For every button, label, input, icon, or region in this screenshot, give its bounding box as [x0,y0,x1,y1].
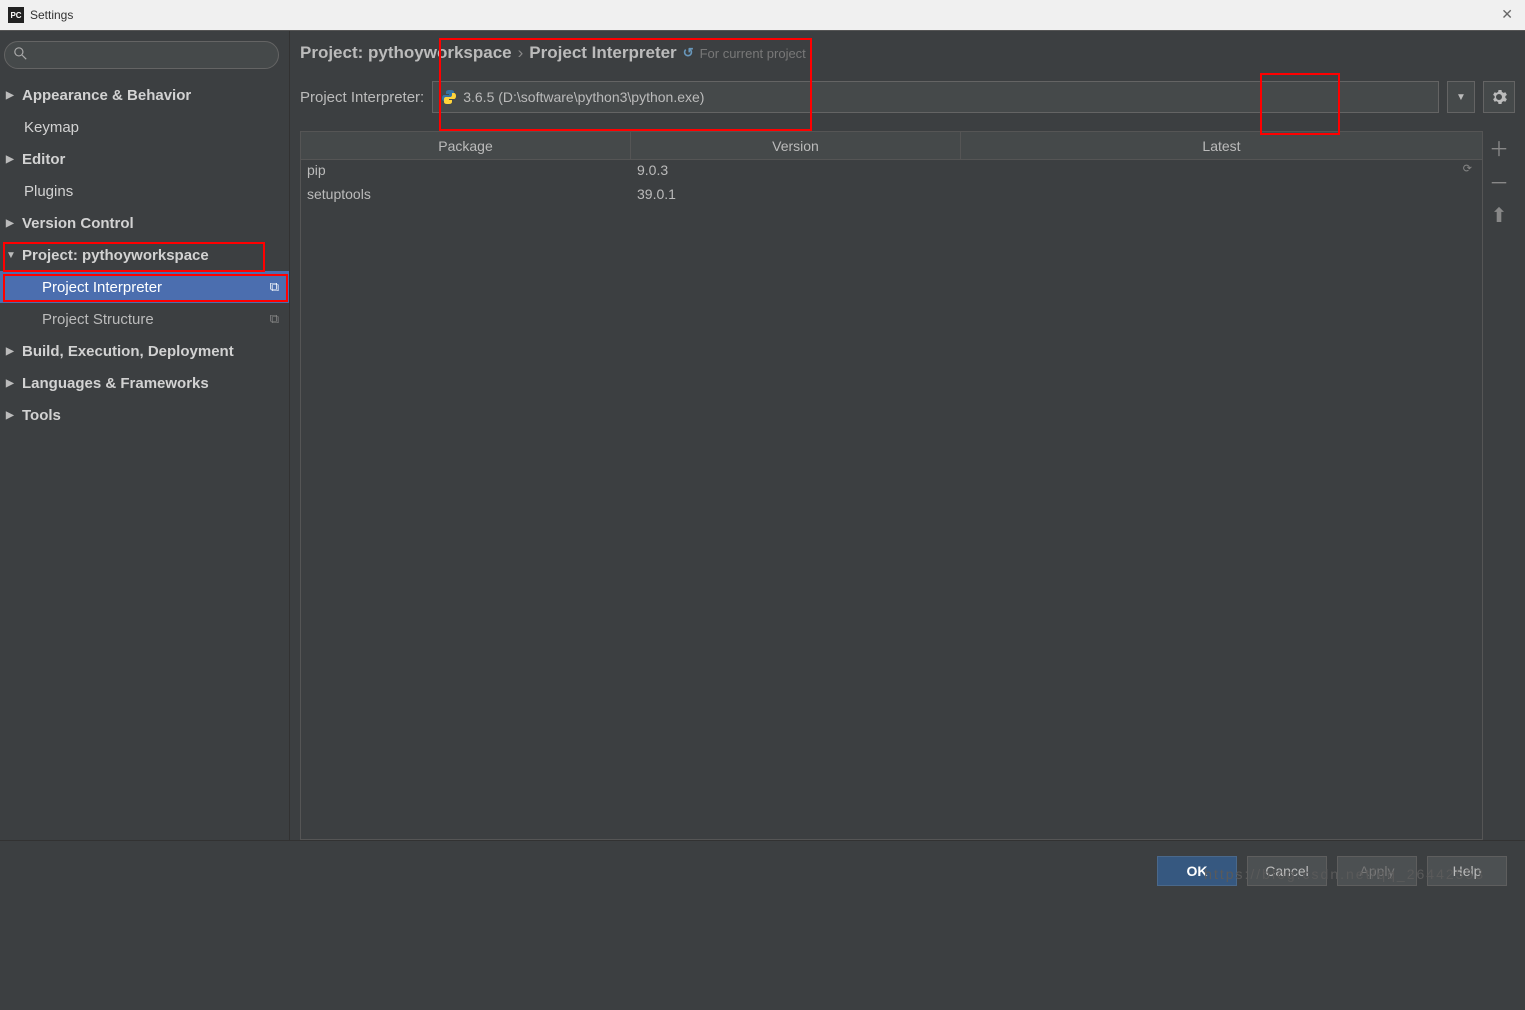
add-package-button[interactable]: ＋ [1487,135,1511,159]
tree-label: Project Interpreter [42,279,162,296]
remove-package-button[interactable]: － [1487,169,1511,193]
chevron-down-icon: ▼ [6,250,20,261]
table-row[interactable]: pip 9.0.3 ⟳ [301,160,1482,184]
chevron-right-icon: ▶ [6,218,20,229]
pkg-name: pip [301,160,631,184]
search-icon [14,47,27,63]
breadcrumb-prefix: Project: pythoyworkspace [300,43,512,63]
apply-button[interactable]: Apply [1337,856,1417,886]
chevron-right-icon: ▶ [6,410,20,421]
help-button[interactable]: Help [1427,856,1507,886]
pkg-version: 39.0.1 [631,184,961,208]
sidebar-item-appearance[interactable]: ▶Appearance & Behavior [0,79,289,111]
search-input[interactable] [4,41,279,69]
window-title: Settings [30,8,73,22]
breadcrumb: Project: pythoyworkspace › Project Inter… [300,43,1515,63]
reset-icon[interactable]: ↺ [683,45,694,61]
interpreter-settings-button[interactable] [1483,81,1515,113]
dialog-footer: https://blog.csdn.net/qq_26442553 OK Can… [0,840,1525,900]
tree-label: Build, Execution, Deployment [22,343,234,360]
sidebar-item-tools[interactable]: ▶Tools [0,399,289,431]
python-icon [441,89,457,105]
package-table: Package Version Latest pip 9.0.3 ⟳ setup… [300,131,1483,840]
main-panel: Project: pythoyworkspace › Project Inter… [290,31,1525,840]
copy-icon: ⧉ [270,279,279,295]
sidebar-item-vcs[interactable]: ▶Version Control [0,207,289,239]
pycharm-icon: PC [8,7,24,23]
chevron-right-icon: ▶ [6,154,20,165]
chevron-right-icon: ▶ [6,346,20,357]
pkg-latest: ⟳ [961,160,1482,184]
sidebar-item-build[interactable]: ▶Build, Execution, Deployment [0,335,289,367]
settings-tree: ▶Appearance & Behavior Keymap ▶Editor Pl… [0,79,289,431]
pkg-name: setuptools [301,184,631,208]
sidebar-item-editor[interactable]: ▶Editor [0,143,289,175]
interpreter-value: 3.6.5 (D:\software\python3\python.exe) [463,89,704,105]
tree-label: Project: pythoyworkspace [22,247,209,264]
tree-label: Version Control [22,215,134,232]
breadcrumb-current: Project Interpreter [529,43,676,63]
sidebar: ▶Appearance & Behavior Keymap ▶Editor Pl… [0,31,290,840]
cancel-button[interactable]: Cancel [1247,856,1327,886]
tree-label: Plugins [24,183,73,200]
sidebar-item-project[interactable]: ▼Project: pythoyworkspace [0,239,289,271]
tree-label: Keymap [24,119,79,136]
col-header-package[interactable]: Package [301,132,631,159]
chevron-right-icon: ▶ [6,378,20,389]
search-wrap [0,41,289,79]
breadcrumb-separator: › [518,43,524,63]
sidebar-item-plugins[interactable]: Plugins [0,175,289,207]
interpreter-dropdown-button[interactable]: ▼ [1447,81,1475,113]
tree-label: Languages & Frameworks [22,375,209,392]
tree-label: Tools [22,407,61,424]
sidebar-item-project-interpreter[interactable]: Project Interpreter ⧉ [0,271,289,303]
col-header-latest[interactable]: Latest [961,132,1482,159]
gear-icon [1491,89,1507,105]
sidebar-item-keymap[interactable]: Keymap [0,111,289,143]
package-area: Package Version Latest pip 9.0.3 ⟳ setup… [300,131,1515,840]
close-icon[interactable]: ✕ [1501,6,1513,23]
pkg-version: 9.0.3 [631,160,961,184]
tree-label: Appearance & Behavior [22,87,191,104]
interpreter-label: Project Interpreter: [300,89,424,106]
pkg-latest [961,184,1482,208]
tree-label: Editor [22,151,65,168]
package-buttons: ＋ － ⬆ [1483,131,1515,840]
table-row[interactable]: setuptools 39.0.1 [301,184,1482,208]
interpreter-row: Project Interpreter: 3.6.5 (D:\software\… [300,81,1515,113]
sidebar-item-project-structure[interactable]: Project Structure ⧉ [0,303,289,335]
col-header-version[interactable]: Version [631,132,961,159]
upgrade-package-button[interactable]: ⬆ [1487,203,1511,227]
app-body: ▶Appearance & Behavior Keymap ▶Editor Pl… [0,30,1525,840]
package-table-header: Package Version Latest [301,132,1482,160]
chevron-right-icon: ▶ [6,90,20,101]
interpreter-select[interactable]: 3.6.5 (D:\software\python3\python.exe) [432,81,1439,113]
breadcrumb-hint: For current project [700,46,806,61]
sidebar-item-languages[interactable]: ▶Languages & Frameworks [0,367,289,399]
copy-icon: ⧉ [270,311,279,327]
ok-button[interactable]: OK [1157,856,1237,886]
titlebar: PC Settings ✕ [0,0,1525,30]
tree-label: Project Structure [42,311,154,328]
